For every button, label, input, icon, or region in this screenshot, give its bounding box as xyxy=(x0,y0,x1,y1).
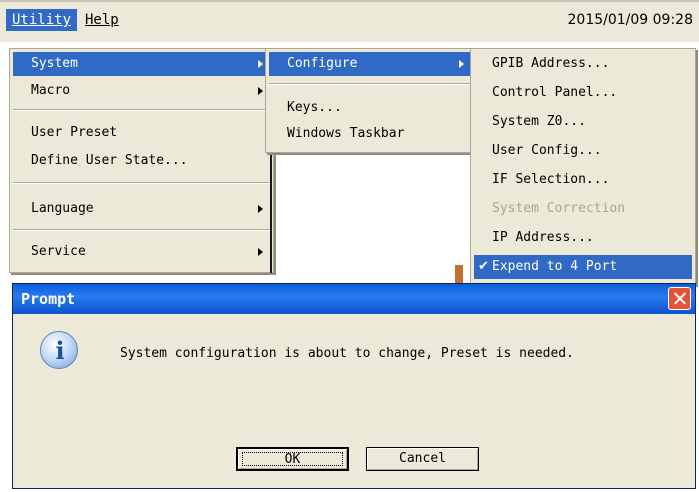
configure-submenu: GPIB Address... Control Panel... System … xyxy=(470,48,696,285)
menu-item-service[interactable]: Service xyxy=(13,240,270,264)
utility-menu: System Macro User Preset Define User Sta… xyxy=(9,48,274,273)
menu-item-expend-to-4-port[interactable]: ✔ Expend to 4 Port xyxy=(474,255,692,279)
background-window-edge xyxy=(455,265,463,285)
submenu-arrow-icon xyxy=(258,248,263,256)
submenu-arrow-icon xyxy=(258,87,263,95)
menu-item-system[interactable]: System xyxy=(13,52,270,76)
background-window-edge xyxy=(270,155,272,273)
menu-separator xyxy=(13,109,270,111)
menu-utility[interactable]: Utility xyxy=(6,9,78,31)
menu-bar: Utility Help 2015/01/09 09:28 xyxy=(0,2,699,42)
prompt-dialog: Prompt i System configuration is about t… xyxy=(12,283,696,489)
menu-item-macro[interactable]: Macro xyxy=(13,79,270,103)
menu-item-keys[interactable]: Keys... xyxy=(269,96,471,120)
menu-item-if-selection[interactable]: IF Selection... xyxy=(474,168,692,192)
menu-separator xyxy=(13,182,270,184)
menu-item-system-correction: System Correction xyxy=(492,201,626,216)
submenu-arrow-icon xyxy=(459,60,464,68)
menu-separator xyxy=(269,83,471,85)
menu-item-language[interactable]: Language xyxy=(13,197,270,221)
menu-item-user-config[interactable]: User Config... xyxy=(474,139,692,163)
submenu-arrow-icon xyxy=(258,60,263,68)
menu-item-user-preset[interactable]: User Preset xyxy=(13,121,270,145)
checkmark-icon: ✔ xyxy=(478,259,489,274)
menu-help[interactable]: Help xyxy=(79,9,125,31)
focus-rect xyxy=(242,452,343,466)
dialog-message: System configuration is about to change,… xyxy=(120,346,574,361)
close-icon[interactable] xyxy=(668,287,691,310)
menu-item-windows-taskbar[interactable]: Windows Taskbar xyxy=(269,122,471,146)
menu-separator xyxy=(13,229,270,231)
info-icon: i xyxy=(40,331,78,369)
submenu-arrow-icon xyxy=(258,205,263,213)
clock: 2015/01/09 09:28 xyxy=(567,12,694,28)
menu-item-control-panel[interactable]: Control Panel... xyxy=(474,81,692,105)
menu-item-configure[interactable]: Configure xyxy=(269,52,471,76)
menu-item-system-z0[interactable]: System Z0... xyxy=(474,110,692,134)
dialog-titlebar[interactable]: Prompt xyxy=(13,284,695,314)
menu-item-gpib-address[interactable]: GPIB Address... xyxy=(474,52,692,76)
menu-item-ip-address[interactable]: IP Address... xyxy=(474,226,692,250)
system-submenu: Configure Keys... Windows Taskbar xyxy=(265,48,475,153)
menu-item-define-user-state[interactable]: Define User State... xyxy=(13,149,270,173)
cancel-button[interactable]: Cancel xyxy=(366,447,479,471)
ok-button[interactable]: OK xyxy=(236,447,349,471)
dialog-title: Prompt xyxy=(21,290,76,308)
